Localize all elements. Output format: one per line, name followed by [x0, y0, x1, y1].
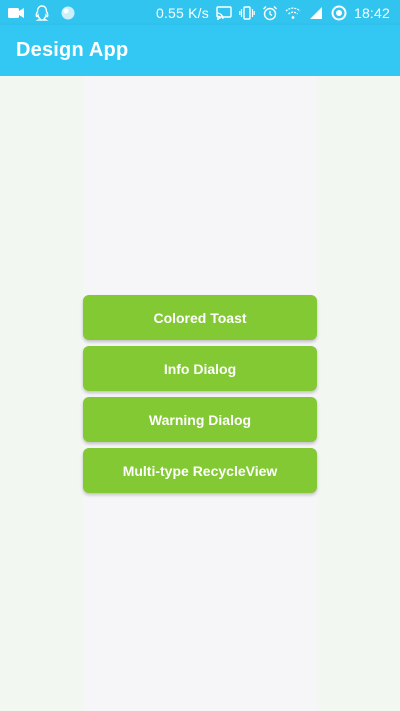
cast-icon: [216, 5, 232, 21]
app-title: Design App: [16, 39, 129, 61]
qq-penguin-icon: [34, 4, 50, 21]
battery-icon: [331, 5, 347, 21]
button-list: Colored Toast Info Dialog Warning Dialog…: [83, 295, 317, 493]
signal-icon: [308, 5, 324, 21]
info-dialog-button[interactable]: Info Dialog: [83, 346, 317, 391]
status-right-icons: 0.55 K/s 18:42: [156, 5, 390, 21]
app-toolbar: Design App: [0, 25, 400, 76]
alarm-icon: [262, 5, 278, 21]
clock-time: 18:42: [353, 4, 390, 21]
main-content: Colored Toast Info Dialog Warning Dialog…: [0, 76, 400, 711]
network-speed: 0.55 K/s: [155, 4, 209, 21]
status-bar: 0.55 K/s 18:42: [0, 0, 400, 25]
multi-type-recycleview-button[interactable]: Multi-type RecycleView: [83, 448, 317, 493]
status-left-icons: [8, 4, 76, 21]
wifi-icon: [285, 5, 301, 21]
colored-toast-button[interactable]: Colored Toast: [83, 295, 317, 340]
warning-dialog-button[interactable]: Warning Dialog: [83, 397, 317, 442]
globe-app-icon: [60, 5, 76, 21]
vibrate-icon: [239, 5, 255, 21]
video-camera-icon: [8, 5, 24, 21]
app-screen: 0.55 K/s 18:42 Design App Colored Toast …: [0, 0, 400, 711]
